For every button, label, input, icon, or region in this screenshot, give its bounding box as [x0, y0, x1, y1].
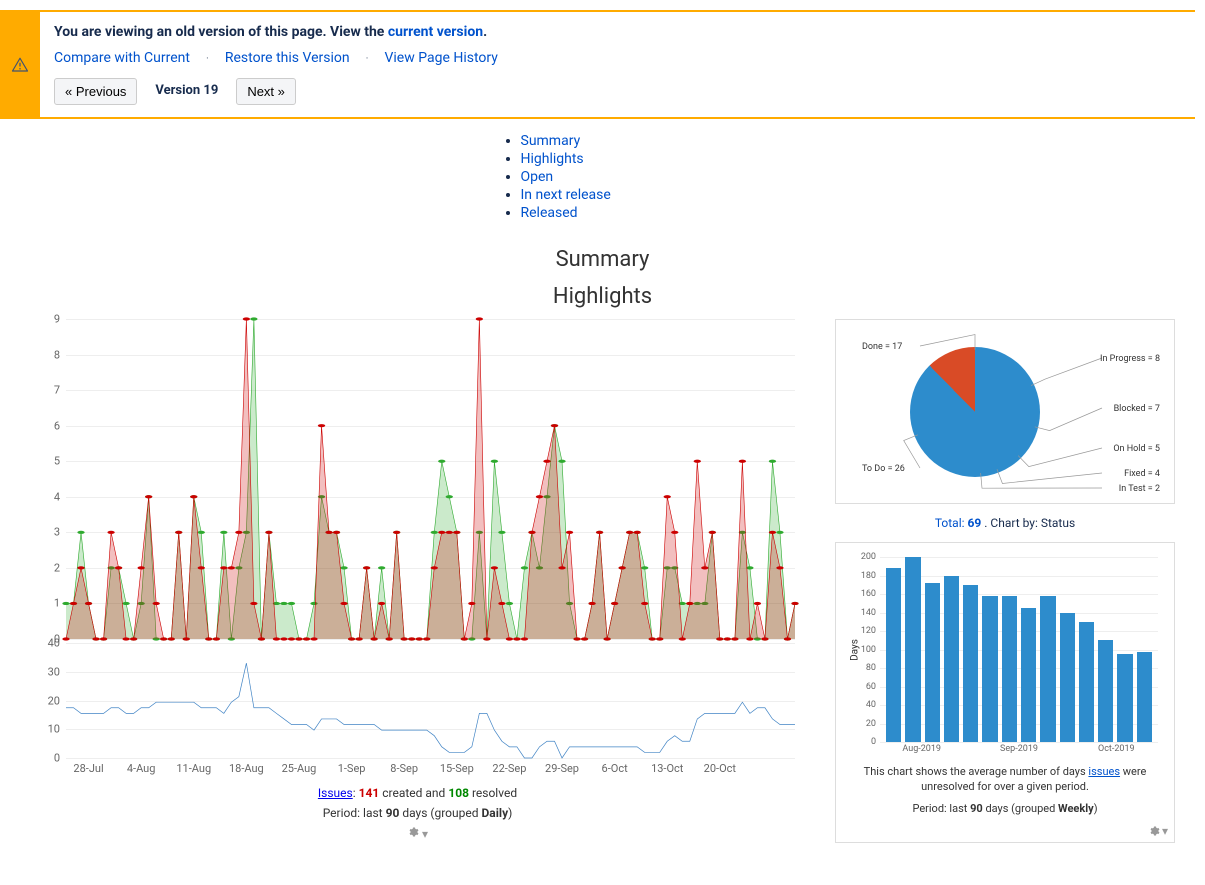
y-tick: 30 — [36, 665, 60, 678]
bar — [1117, 654, 1132, 742]
y-tick: 9 — [36, 313, 60, 326]
y-tick: 40 — [36, 637, 60, 650]
x-tick: Oct-2019 — [1098, 744, 1135, 754]
y-tick: 200 — [850, 552, 876, 562]
x-tick: 18-Aug — [229, 762, 264, 775]
bar-period: Period: last 90 days (grouped Weekly) — [850, 801, 1160, 816]
issues-link[interactable]: Issues — [318, 786, 353, 800]
y-tick: 0 — [36, 752, 60, 765]
x-tick: Aug-2019 — [902, 744, 941, 754]
pie-slice-label: Fixed = 4 — [1124, 469, 1160, 479]
compare-link[interactable]: Compare with Current — [54, 50, 190, 66]
toc-item: In next release — [521, 187, 703, 203]
toc-link-highlights[interactable]: Highlights — [521, 151, 584, 167]
issues-link-2[interactable]: issues — [1088, 765, 1120, 778]
toc-item: Highlights — [521, 151, 703, 167]
status-pie-chart: To Do = 26 Done = 17 In Progress = 8 Blocke… — [835, 319, 1175, 504]
y-tick: 3 — [36, 526, 60, 539]
x-tick: Sep-2019 — [1000, 744, 1038, 754]
bar — [1021, 608, 1036, 742]
pie-slice-label: In Test = 2 — [1119, 484, 1160, 494]
pie-caption: Total: 69 . Chart by: Status — [835, 516, 1175, 530]
x-tick: 11-Aug — [176, 762, 211, 775]
pie-slice-label: In Progress = 8 — [1100, 354, 1160, 364]
y-tick: 2 — [36, 561, 60, 574]
x-tick: 29-Sep — [545, 762, 579, 775]
y-tick: 40 — [850, 700, 876, 710]
x-tick: 8-Sep — [390, 762, 418, 775]
history-link[interactable]: View Page History — [384, 50, 497, 66]
x-tick: 6-Oct — [602, 762, 628, 775]
toc-link-released[interactable]: Released — [521, 205, 578, 221]
bar-settings-menu[interactable]: ▾ — [1148, 824, 1168, 838]
bar — [944, 576, 959, 743]
toc-link-summary[interactable]: Summary — [521, 133, 581, 149]
y-tick: 7 — [36, 384, 60, 397]
x-tick: 15-Sep — [440, 762, 474, 775]
y-tick: 60 — [850, 682, 876, 692]
bar-caption: This chart shows the average number of d… — [850, 764, 1160, 795]
pie-slice-label: Done = 17 — [862, 342, 902, 352]
x-tick: 20-Oct — [704, 762, 736, 775]
prev-button[interactable]: « Previous — [54, 78, 137, 105]
y-tick: 20 — [850, 719, 876, 729]
bar — [963, 585, 978, 742]
bar — [1060, 613, 1075, 743]
toc-item: Released — [521, 205, 703, 221]
current-version-link[interactable]: current version — [388, 24, 483, 40]
pie-slice-label: On Hold = 5 — [1113, 444, 1160, 454]
y-tick: 1 — [36, 597, 60, 610]
avg-age-bar-chart: Days 020406080100120140160180200 Aug-201… — [835, 542, 1175, 843]
y-tick: 8 — [36, 348, 60, 361]
pie-slice-label: To Do = 26 — [862, 464, 905, 474]
chart-settings-menu[interactable]: ▾ — [30, 826, 805, 841]
toc-item: Summary — [521, 133, 703, 149]
banner-message: You are viewing an old version of this p… — [54, 24, 1181, 40]
bar — [1079, 622, 1094, 742]
restore-link[interactable]: Restore this Version — [225, 50, 350, 66]
y-tick: 160 — [850, 589, 876, 599]
bar — [1040, 596, 1055, 742]
line-chart-footer: Issues: 141 created and 108 resolved — [30, 786, 805, 800]
bar — [905, 557, 920, 742]
toc-item: Open — [521, 169, 703, 185]
x-tick: 4-Aug — [127, 762, 156, 775]
x-tick: 25-Aug — [282, 762, 317, 775]
y-tick: 6 — [36, 419, 60, 432]
y-tick: 140 — [850, 608, 876, 618]
y-tick: 120 — [850, 626, 876, 636]
y-tick: 80 — [850, 663, 876, 673]
y-tick: 180 — [850, 571, 876, 581]
bar — [982, 596, 997, 742]
section-highlights: Highlights — [10, 284, 1195, 309]
pie-slice-label: Blocked = 7 — [1114, 404, 1160, 414]
section-summary: Summary — [10, 247, 1195, 272]
bar — [925, 583, 940, 742]
line-chart-period: Period: last 90 days (grouped Daily) — [30, 806, 805, 820]
version-label: Version 19 — [145, 78, 228, 105]
bar — [1098, 640, 1113, 742]
old-version-banner: You are viewing an old version of this p… — [0, 10, 1195, 119]
table-of-contents: Summary Highlights Open In next release Rele… — [503, 133, 703, 221]
y-tick: 20 — [36, 694, 60, 707]
version-pager: « Previous Version 19 Next » — [54, 78, 1181, 105]
next-button[interactable]: Next » — [236, 78, 296, 105]
bar — [1002, 596, 1017, 742]
toc-link-in-next-release[interactable]: In next release — [521, 187, 611, 203]
y-tick: 0 — [850, 737, 876, 747]
x-tick: 22-Sep — [492, 762, 526, 775]
bar — [886, 568, 901, 742]
bar — [1137, 652, 1152, 742]
y-tick: 100 — [850, 645, 876, 655]
x-tick: 13-Oct — [651, 762, 683, 775]
warning-icon — [0, 12, 40, 117]
issues-line-chart: 0123456789 010203040 28-Jul4-Aug11-Aug18… — [30, 319, 805, 841]
y-tick: 4 — [36, 490, 60, 503]
y-tick: 10 — [36, 723, 60, 736]
toc-link-open[interactable]: Open — [521, 169, 554, 185]
x-tick: 28-Jul — [73, 762, 103, 775]
y-tick: 5 — [36, 455, 60, 468]
x-tick: 1-Sep — [338, 762, 366, 775]
